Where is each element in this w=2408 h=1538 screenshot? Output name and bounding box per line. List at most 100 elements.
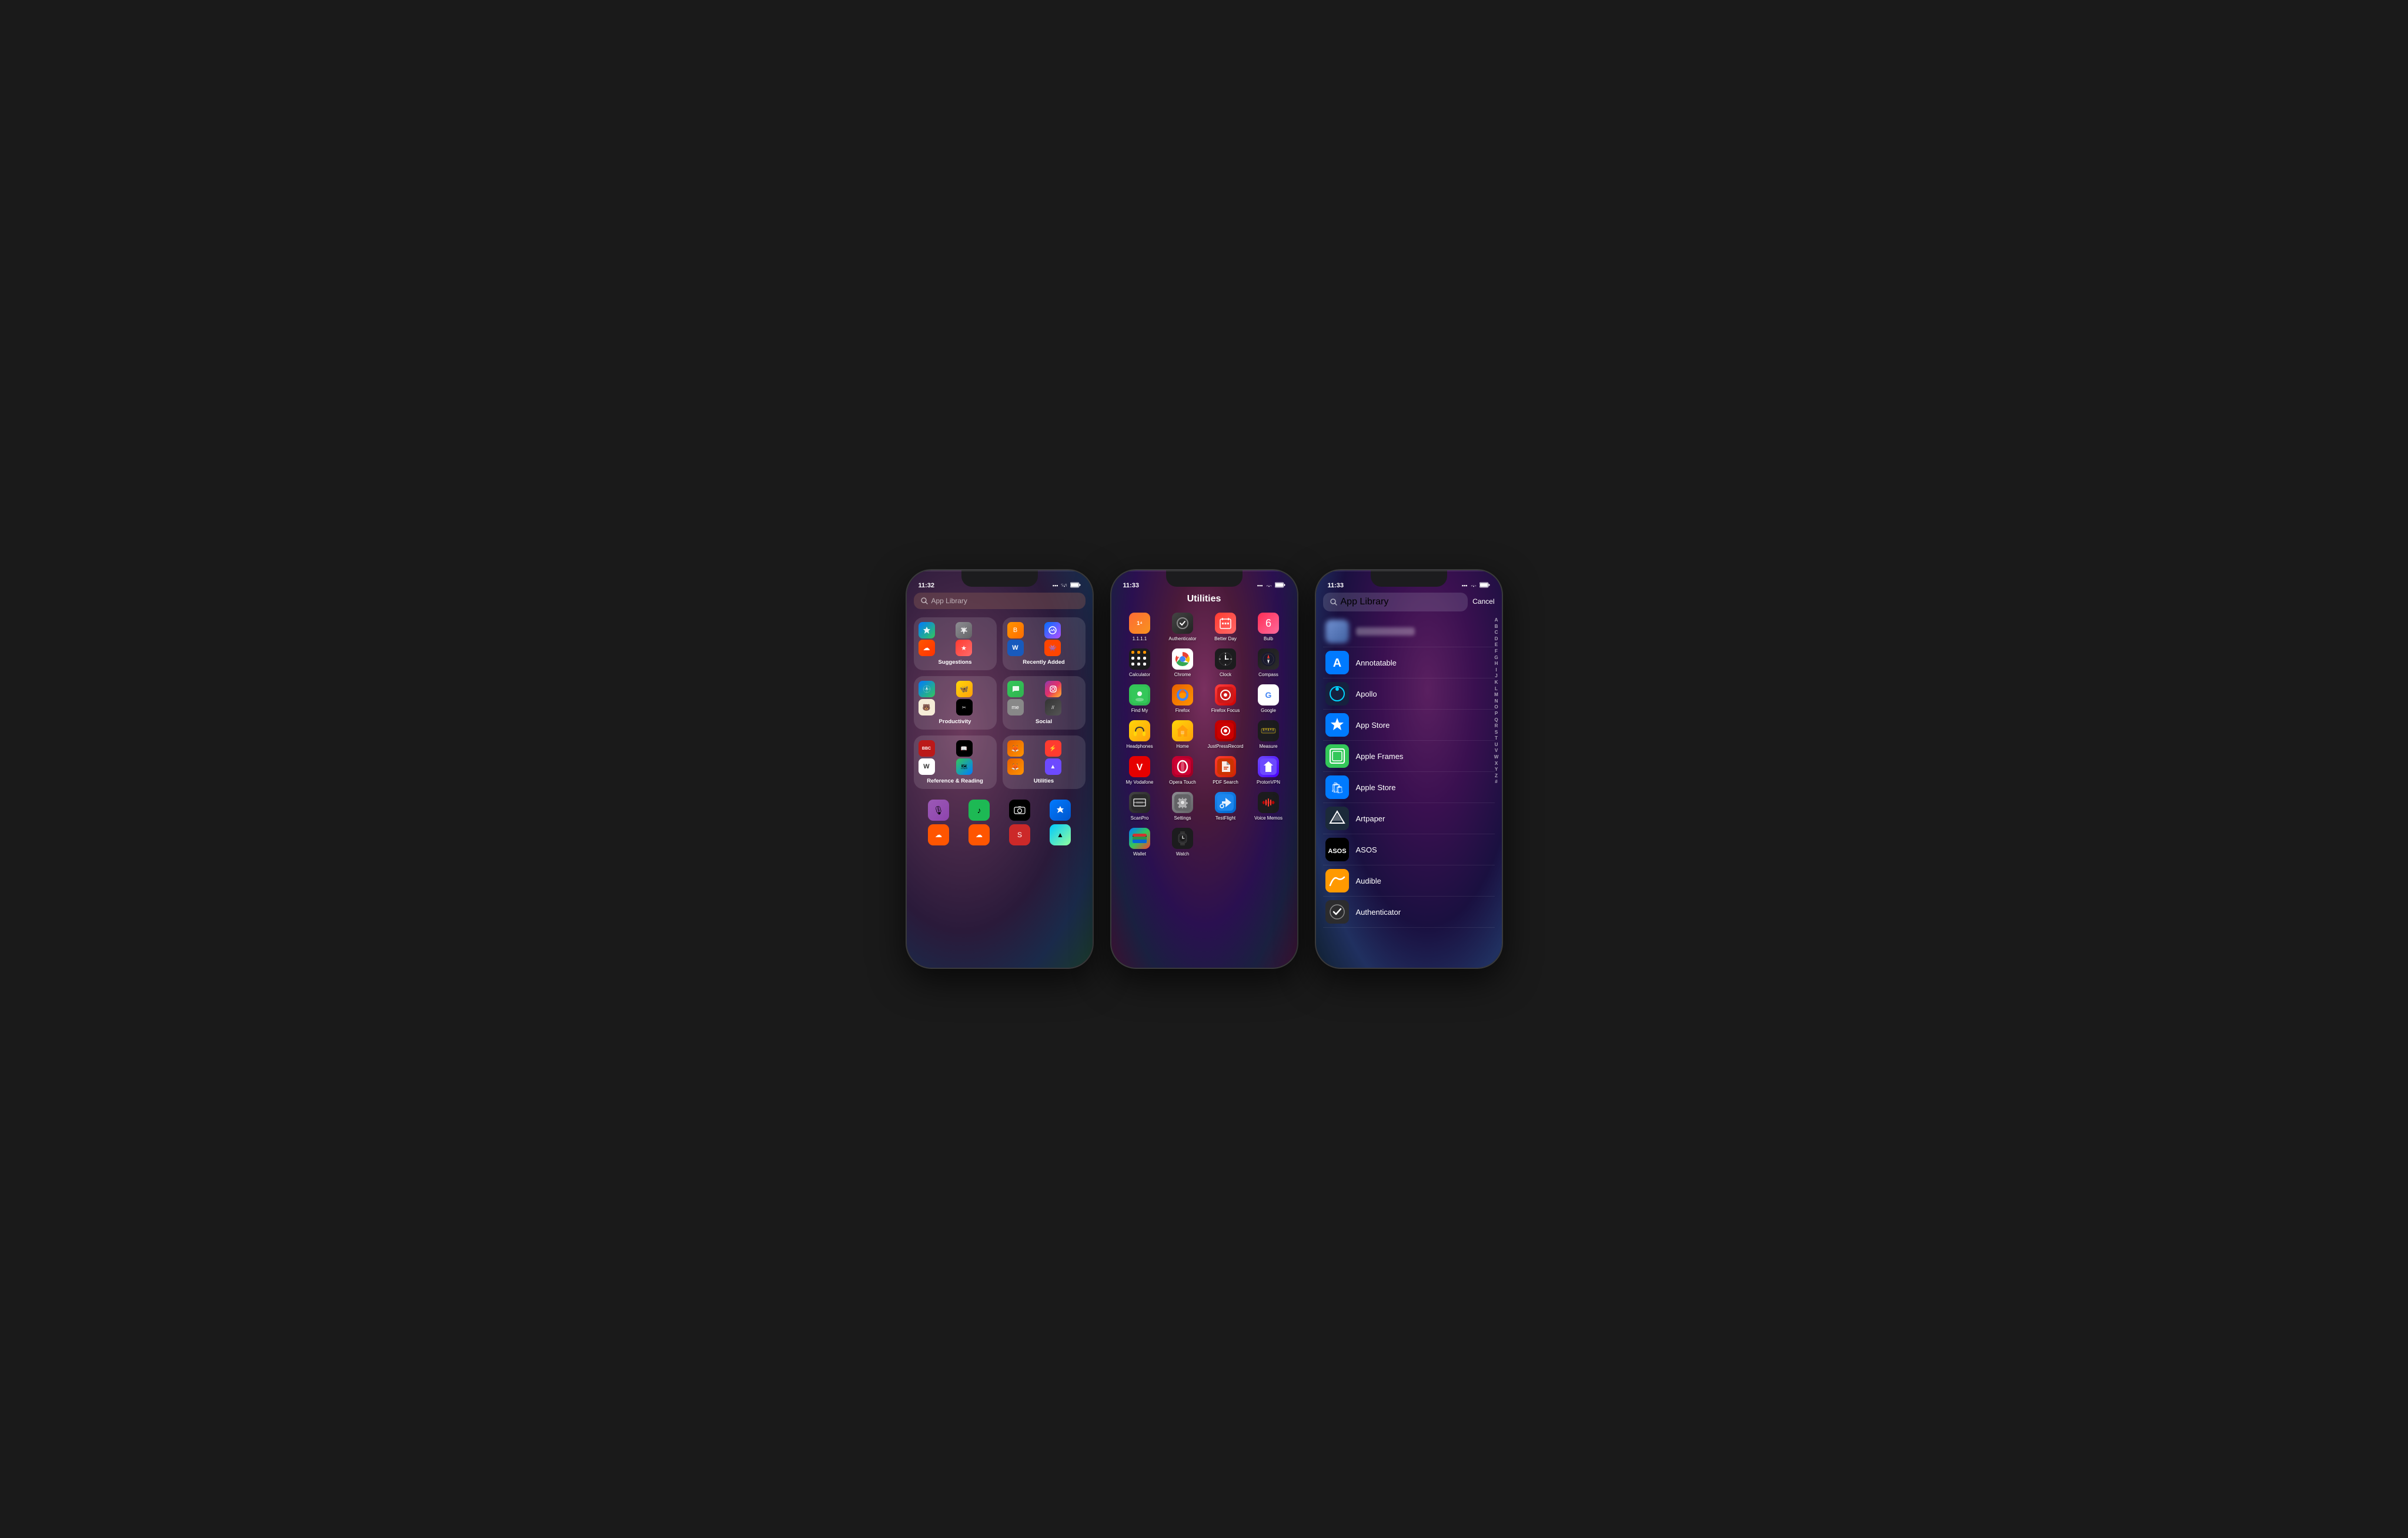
app-icon-watch[interactable] bbox=[1172, 828, 1193, 849]
alpha-I[interactable]: I bbox=[1494, 667, 1499, 673]
app-icon-chrome[interactable] bbox=[1172, 648, 1193, 670]
folder-recently-added[interactable]: B W 👾 Recently Added bbox=[1003, 617, 1086, 670]
alpha-P[interactable]: P bbox=[1494, 711, 1499, 717]
app-messenger[interactable] bbox=[1044, 622, 1061, 638]
alpha-X[interactable]: X bbox=[1494, 761, 1499, 767]
app-icon-firefox-focus[interactable] bbox=[1215, 684, 1236, 706]
folder-utilities[interactable]: 🦊 ⚡ 🦊 ▲ Utilities bbox=[1003, 735, 1086, 789]
util-firefox[interactable]: Firefox bbox=[1164, 684, 1202, 713]
app-bbcnews[interactable]: BBC bbox=[919, 740, 935, 757]
util-protonvpn[interactable]: ProtonVPN bbox=[1250, 756, 1288, 785]
util-chrome[interactable]: Chrome bbox=[1164, 648, 1202, 677]
app-messages[interactable] bbox=[1007, 681, 1024, 697]
alpha-N[interactable]: N bbox=[1494, 698, 1499, 704]
app-firefox-2[interactable]: 🦊 bbox=[1007, 758, 1024, 775]
app-list-item-appleframes[interactable]: Apple Frames bbox=[1323, 741, 1495, 772]
alpha-C[interactable]: C bbox=[1494, 630, 1499, 636]
app-icon-home[interactable] bbox=[1172, 720, 1193, 741]
app-capcut[interactable]: ✂ bbox=[956, 699, 973, 715]
cancel-button[interactable]: Cancel bbox=[1472, 597, 1494, 606]
alpha-W[interactable]: W bbox=[1494, 754, 1499, 760]
app-spotify[interactable]: ♪ bbox=[968, 800, 990, 821]
app-icon-headphones[interactable] bbox=[1129, 720, 1150, 741]
app-list-item-auth[interactable]: Authenticator bbox=[1323, 897, 1495, 928]
alpha-O[interactable]: O bbox=[1494, 704, 1499, 710]
app-camera[interactable] bbox=[1009, 800, 1030, 821]
power-btn-3[interactable] bbox=[1502, 653, 1503, 682]
app-bear[interactable]: 🐻 bbox=[919, 699, 935, 715]
search-bar-1[interactable]: App Library bbox=[914, 593, 1086, 609]
alpha-hash[interactable]: # bbox=[1494, 779, 1499, 785]
util-justpress[interactable]: JustPressRecord bbox=[1207, 720, 1245, 749]
alpha-D[interactable]: D bbox=[1494, 636, 1499, 642]
app-icon-settings[interactable] bbox=[1172, 792, 1193, 813]
app-icon-bulb[interactable]: 6 bbox=[1258, 613, 1279, 634]
util-betterday[interactable]: Better Day bbox=[1207, 613, 1245, 641]
util-clock[interactable]: Clock bbox=[1207, 648, 1245, 677]
app-icon-measure[interactable] bbox=[1258, 720, 1279, 741]
app-icon-authenticator[interactable] bbox=[1172, 613, 1193, 634]
alpha-Y[interactable]: Y bbox=[1494, 767, 1499, 773]
folder-social[interactable]: me // Social bbox=[1003, 676, 1086, 730]
alpha-U[interactable]: U bbox=[1494, 742, 1499, 748]
alpha-T[interactable]: T bbox=[1494, 735, 1499, 741]
alpha-K[interactable]: K bbox=[1494, 680, 1499, 686]
app-list-item-artpaper[interactable]: Artpaper bbox=[1323, 803, 1495, 834]
app-icon-google[interactable]: G bbox=[1258, 684, 1279, 706]
alpha-M[interactable]: M bbox=[1494, 692, 1499, 698]
util-scanpro[interactable]: ScanPro bbox=[1121, 792, 1159, 821]
util-firefox-focus[interactable]: Firefox Focus bbox=[1207, 684, 1245, 713]
app-icon-1111[interactable]: 1⁴ bbox=[1129, 613, 1150, 634]
folder-reference[interactable]: BBC 📖 W 🗺 Reference & Reading bbox=[914, 735, 997, 789]
app-goldie[interactable]: 🦋 bbox=[956, 681, 973, 697]
app-icon-voicememos[interactable] bbox=[1258, 792, 1279, 813]
app-list-item-appstore[interactable]: App Store bbox=[1323, 710, 1495, 741]
app-icon-calculator[interactable] bbox=[1129, 648, 1150, 670]
util-voicememos[interactable]: Voice Memos bbox=[1250, 792, 1288, 821]
app-drafts[interactable]: // bbox=[1045, 699, 1061, 715]
util-headphones[interactable]: Headphones bbox=[1121, 720, 1159, 749]
alpha-E[interactable]: E bbox=[1494, 642, 1499, 648]
util-home[interactable]: Home bbox=[1164, 720, 1202, 749]
app-shortcuts[interactable] bbox=[919, 622, 935, 638]
alpha-F[interactable]: F bbox=[1494, 648, 1499, 654]
app-superhuman-dock[interactable]: S bbox=[1009, 824, 1030, 845]
alpha-V[interactable]: V bbox=[1494, 748, 1499, 754]
app-list-item-audible[interactable]: Audible bbox=[1323, 865, 1495, 897]
util-authenticator[interactable]: Authenticator bbox=[1164, 613, 1202, 641]
folder-productivity[interactable]: 🦋 🐻 ✂ Productivity bbox=[914, 676, 997, 730]
alpha-J[interactable]: J bbox=[1494, 673, 1499, 679]
app-kindle[interactable]: 📖 bbox=[956, 740, 973, 757]
app-appstore[interactable] bbox=[1050, 800, 1071, 821]
app-list-item-apollo[interactable]: Apollo bbox=[1323, 678, 1495, 710]
alpha-S[interactable]: S bbox=[1494, 730, 1499, 735]
util-compass[interactable]: Compass bbox=[1250, 648, 1288, 677]
app-firefox-1[interactable]: 🦊 bbox=[1007, 740, 1024, 757]
app-list-item-asos[interactable]: ASOS ASOS bbox=[1323, 834, 1495, 865]
alpha-A[interactable]: A bbox=[1494, 617, 1499, 623]
util-pdfsearch[interactable]: PDF Search bbox=[1207, 756, 1245, 785]
app-beardie[interactable]: B bbox=[1007, 622, 1024, 638]
app-list-item-applestore[interactable]: 🛍 Apple Store bbox=[1323, 772, 1495, 803]
app-icon-firefox[interactable] bbox=[1172, 684, 1193, 706]
app-icon-protonvpn[interactable] bbox=[1258, 756, 1279, 777]
app-icon-pdfsearch[interactable] bbox=[1215, 756, 1236, 777]
app-list-item-annotatable[interactable]: A Annotatable bbox=[1323, 647, 1495, 678]
app-list-item-blurred[interactable] bbox=[1323, 616, 1495, 647]
app-icon-findmy[interactable] bbox=[1129, 684, 1150, 706]
app-settings[interactable] bbox=[956, 622, 972, 638]
util-vodafone[interactable]: V My Vodafone bbox=[1121, 756, 1159, 785]
app-instagram[interactable] bbox=[1045, 681, 1061, 697]
app-podcasts-cell[interactable]: 🎙 bbox=[928, 800, 949, 821]
app-icon-testflight[interactable] bbox=[1215, 792, 1236, 813]
app-icon-compass[interactable] bbox=[1258, 648, 1279, 670]
alpha-B[interactable]: B bbox=[1494, 624, 1499, 630]
app-aurora-dock[interactable]: ▲ bbox=[1050, 824, 1071, 845]
alpha-H[interactable]: H bbox=[1494, 661, 1499, 667]
app-protonvpn[interactable]: ▲ bbox=[1045, 758, 1061, 775]
util-findmy[interactable]: Find My bbox=[1121, 684, 1159, 713]
util-wallet[interactable]: Wallet bbox=[1121, 828, 1159, 857]
alpha-L[interactable]: L bbox=[1494, 686, 1499, 692]
app-maps[interactable]: 🗺 bbox=[956, 758, 973, 775]
folder-suggestions[interactable]: ☁ ★ Suggestions bbox=[914, 617, 997, 670]
